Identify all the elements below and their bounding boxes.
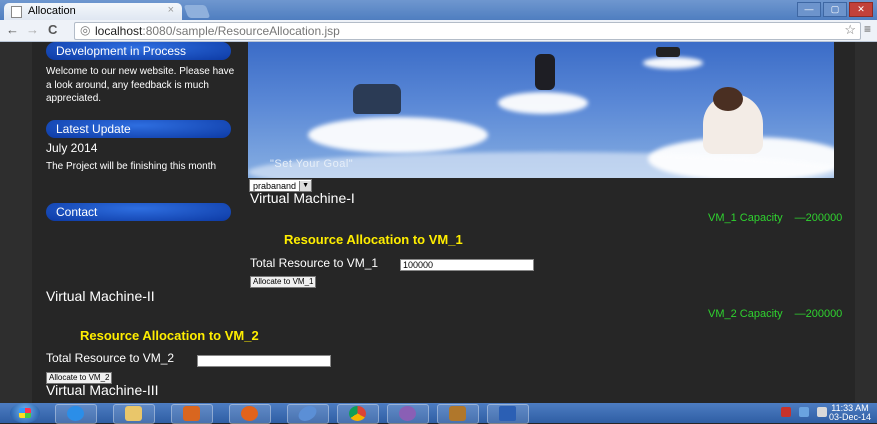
address-url: localhost:8080/sample/ResourceAllocation…	[95, 24, 340, 38]
forward-button[interactable]: →	[26, 22, 39, 37]
bookmark-star-icon[interactable]: ☆	[844, 22, 856, 38]
ie-glyph	[67, 406, 84, 421]
chevron-down-icon[interactable]: ▼	[299, 180, 312, 191]
page-favicon-icon	[11, 6, 22, 18]
explorer-icon[interactable]	[113, 404, 155, 424]
contact-heading[interactable]: Contact	[46, 203, 231, 221]
wrench-menu-icon[interactable]: ≡	[864, 22, 871, 36]
windows-taskbar: 11:33 AM 03-Dec-14	[0, 403, 877, 424]
vm1-total-label: Total Resource to VM_1	[250, 256, 379, 270]
firefox-glyph	[241, 406, 258, 421]
vm1-capacity-label: VM_1 Capacity	[708, 212, 783, 224]
app-icon[interactable]	[387, 404, 429, 424]
header-banner-image: "Set Your Goal"	[248, 42, 834, 178]
latest-update-text: The Project will be finishing this month	[46, 161, 217, 172]
browser-tab-bar: Allocation × — ▢ ✕	[0, 0, 877, 20]
new-tab-button[interactable]	[183, 5, 211, 18]
vm1-title: Virtual Machine-I	[250, 190, 355, 206]
vm2-capacity: VM_2 Capacity —200000	[708, 308, 842, 320]
word-glyph	[499, 406, 516, 421]
tray-icon[interactable]	[781, 407, 791, 417]
page-content: Development in Process Welcome to our ne…	[0, 42, 877, 403]
cloud-shape	[643, 57, 703, 69]
volume-icon[interactable]	[817, 407, 827, 417]
windows-logo-icon	[19, 408, 31, 418]
media-glyph	[183, 406, 200, 421]
banner-tagline: "Set Your Goal"	[270, 158, 354, 170]
businessman-figure	[535, 54, 555, 90]
left-margin	[0, 42, 32, 403]
vm2-capacity-value: 200000	[805, 308, 843, 320]
small-figure	[656, 47, 680, 57]
network-icon[interactable]	[799, 407, 809, 417]
woman-hair	[713, 87, 743, 111]
vm2-total-input[interactable]	[197, 355, 331, 367]
system-tray	[781, 407, 827, 417]
page-info-icon[interactable]: ◎	[80, 23, 90, 37]
url-path: :8080/sample/ResourceAllocation.jsp	[142, 24, 340, 38]
right-margin	[855, 42, 877, 403]
allocate-vm1-button[interactable]: Allocate to VM_1	[250, 276, 317, 288]
clock[interactable]: 11:33 AM 03-Dec-14	[829, 404, 871, 422]
welcome-text: Welcome to our new website. Please have …	[46, 66, 235, 104]
browser-toolbar: ← → C ◎ localhost:8080/sample/ResourceAl…	[0, 20, 877, 42]
word-icon[interactable]	[487, 404, 529, 424]
firefox-icon[interactable]	[229, 404, 271, 424]
app-glyph	[399, 406, 416, 421]
window-controls: — ▢ ✕	[797, 2, 873, 17]
media-player-icon[interactable]	[171, 404, 213, 424]
tab-close-icon[interactable]: ×	[168, 4, 174, 16]
development-heading: Development in Process	[46, 42, 231, 60]
maximize-button[interactable]: ▢	[823, 2, 847, 17]
start-button[interactable]	[10, 403, 40, 423]
vm2-allocation-heading: Resource Allocation to VM_2	[80, 328, 259, 343]
latest-update-heading: Latest Update	[46, 120, 231, 138]
vm2-title: Virtual Machine-II	[46, 288, 155, 304]
reload-button[interactable]: C	[48, 22, 57, 37]
tomcat-glyph	[449, 406, 466, 421]
minimize-button[interactable]: —	[797, 2, 821, 17]
vm1-capacity-value: 200000	[805, 212, 843, 224]
person-laptop-figure	[353, 84, 401, 114]
vm1-capacity: VM_1 Capacity —200000	[708, 212, 842, 224]
browser-tab[interactable]: Allocation ×	[4, 3, 182, 20]
user-select-value: prabanand	[253, 180, 297, 191]
url-host: localhost	[95, 24, 143, 38]
cloud-shape	[308, 117, 488, 153]
chrome-glyph	[349, 406, 366, 421]
address-bar[interactable]: ◎ localhost:8080/sample/ResourceAllocati…	[74, 22, 861, 40]
vm1-total-input[interactable]: 100000	[400, 259, 534, 271]
folder-glyph	[125, 406, 142, 421]
tab-title: Allocation	[28, 5, 76, 17]
back-button[interactable]: ←	[6, 22, 19, 37]
cloud-shape	[498, 92, 588, 114]
vm1-allocation-heading: Resource Allocation to VM_1	[284, 232, 463, 247]
vm2-capacity-dash: —	[794, 308, 806, 320]
chrome-icon[interactable]	[337, 404, 379, 424]
clock-date: 03-Dec-14	[828, 412, 871, 422]
tomcat-icon[interactable]	[437, 404, 479, 424]
ie-icon[interactable]	[55, 404, 97, 424]
vm2-capacity-label: VM_2 Capacity	[708, 308, 783, 320]
eclipse-icon[interactable]	[287, 404, 329, 424]
latest-update-date: July 2014	[46, 141, 98, 155]
vm3-title: Virtual Machine-III	[46, 382, 159, 398]
vm2-total-label: Total Resource to VM_2	[46, 351, 175, 365]
close-window-button[interactable]: ✕	[849, 2, 873, 17]
eclipse-glyph	[296, 406, 319, 421]
vm1-capacity-dash: —	[794, 212, 806, 224]
